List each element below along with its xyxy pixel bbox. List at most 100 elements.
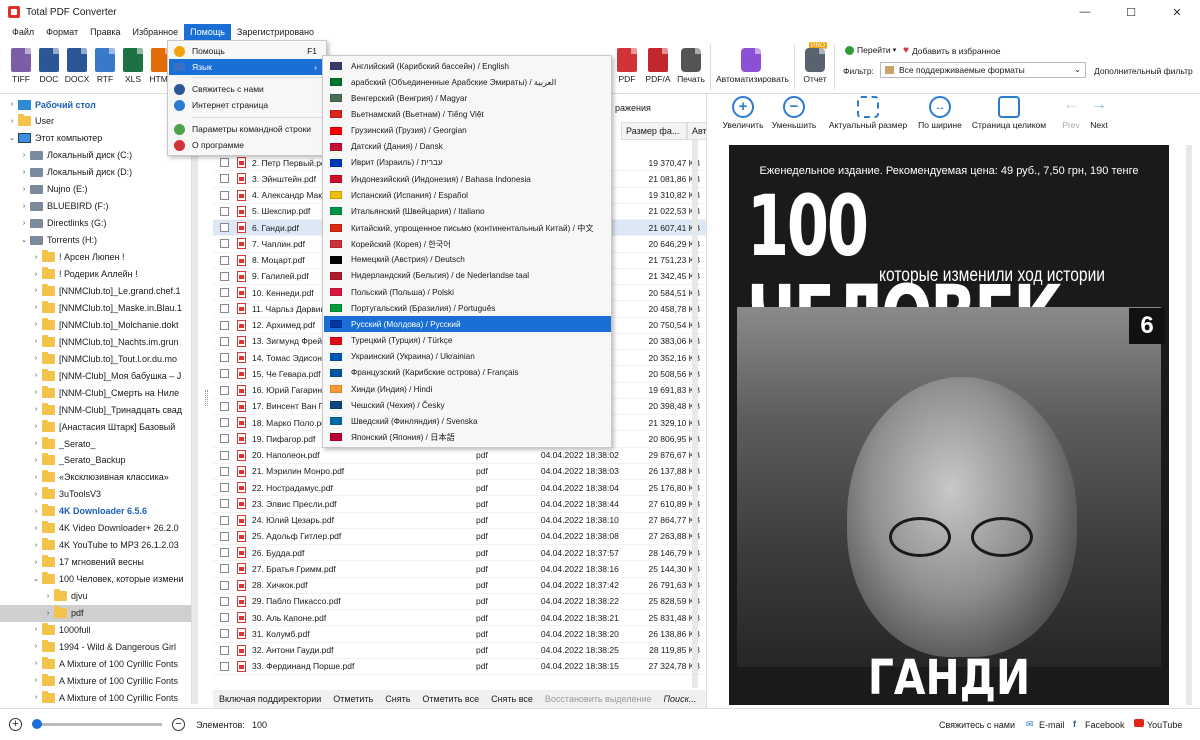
row-checkbox[interactable] bbox=[220, 499, 229, 509]
chevron-right-icon[interactable]: › bbox=[32, 559, 40, 566]
chevron-right-icon[interactable]: › bbox=[32, 372, 40, 379]
chevron-right-icon[interactable]: › bbox=[32, 406, 40, 413]
row-checkbox[interactable] bbox=[220, 401, 229, 411]
chevron-right-icon[interactable]: › bbox=[20, 186, 28, 193]
convert-pdf-a-button[interactable]: PDF/A bbox=[642, 48, 674, 84]
row-checkbox[interactable] bbox=[220, 255, 229, 265]
tree-item[interactable]: › Локальный диск (C:) bbox=[0, 147, 191, 164]
language-menu-item[interactable]: Датский (Дания) / Dansk bbox=[324, 139, 611, 155]
chevron-right-icon[interactable]: › bbox=[32, 389, 40, 396]
row-checkbox[interactable] bbox=[220, 483, 229, 493]
convert-tiff-button[interactable]: TIFF bbox=[8, 48, 34, 84]
chevron-right-icon[interactable]: › bbox=[44, 593, 52, 600]
row-checkbox[interactable] bbox=[220, 288, 229, 298]
table-row[interactable]: 22. Нострадамус.pdf pdf 04.04.2022 18:38:0… bbox=[213, 480, 706, 497]
uncheck-all-button[interactable]: Снять все bbox=[485, 694, 539, 704]
zoom-out-status-icon[interactable]: − bbox=[172, 718, 185, 731]
facebook-link[interactable]: Facebook bbox=[1085, 720, 1125, 730]
advanced-filter-link[interactable]: Дополнительный фильтр bbox=[1094, 66, 1193, 76]
check-all-button[interactable]: Отметить все bbox=[416, 694, 485, 704]
add-favorite-button[interactable]: ♥ Добавить в избранное bbox=[903, 45, 1000, 56]
automate-button[interactable]: Автоматизировать bbox=[716, 48, 789, 84]
table-row[interactable]: 24. Юлий Цезарь.pdf pdf 04.04.2022 18:38:1… bbox=[213, 513, 706, 529]
table-row[interactable]: 31. Колумб.pdf pdf 04.04.2022 18:38:20 26 1… bbox=[213, 626, 706, 643]
youtube-link[interactable]: YouTube bbox=[1147, 720, 1182, 730]
table-row[interactable]: 32. Антони Гауди.pdf pdf 04.04.2022 18:38:… bbox=[213, 643, 706, 659]
language-menu-item[interactable]: Английский (Карибский бассейн) / English bbox=[324, 58, 611, 74]
splitter-handle[interactable] bbox=[205, 390, 208, 406]
language-menu-item[interactable]: Португальский (Бразилия) / Português bbox=[324, 300, 611, 316]
tree-item[interactable]: › [NNMClub.to]_Nachts.im.grun bbox=[0, 333, 191, 350]
filter-select[interactable]: Все поддерживаемые форматы ⌄ bbox=[880, 62, 1086, 78]
tree-item[interactable]: › 4K YouTube to MP3 26.1.2.03 bbox=[0, 537, 191, 554]
language-menu-item[interactable]: Иврит (Израиль) / עברית bbox=[324, 155, 611, 171]
tree-item[interactable]: › Локальный диск (D:) bbox=[0, 164, 191, 181]
language-menu-item[interactable]: Чешский (Чехия) / Česky bbox=[324, 397, 611, 413]
language-menu-item[interactable]: Итальянский (Швейцария) / Italiano bbox=[324, 203, 611, 219]
report-button[interactable]: PRO Отчет bbox=[801, 42, 829, 84]
language-menu-item[interactable]: арабский (Объединенные Арабские Эмираты)… bbox=[324, 74, 611, 90]
row-checkbox[interactable] bbox=[220, 661, 229, 671]
table-row[interactable]: 27. Братья Гримм.pdf pdf 04.04.2022 18:38:… bbox=[213, 561, 706, 578]
row-checkbox[interactable] bbox=[220, 434, 229, 444]
convert-pdf-button[interactable]: PDF bbox=[614, 48, 640, 84]
chevron-right-icon[interactable]: › bbox=[32, 677, 40, 684]
row-checkbox[interactable] bbox=[220, 369, 229, 379]
tree-item[interactable]: › ! Арсен Люпен ! bbox=[0, 249, 191, 266]
contact-link[interactable]: Свяжитесь с нами bbox=[939, 720, 1015, 730]
goto-button[interactable]: Перейти ▾ bbox=[845, 45, 896, 55]
tree-item[interactable]: ⌄ 100 Человек, которые измени bbox=[0, 571, 191, 588]
chevron-right-icon[interactable]: › bbox=[32, 271, 40, 278]
tree-item[interactable]: › User bbox=[0, 113, 191, 130]
row-checkbox[interactable] bbox=[220, 418, 229, 428]
include-subdirs-button[interactable]: Включая поддиректории bbox=[213, 694, 327, 704]
preview-scrollbar[interactable] bbox=[1186, 145, 1192, 705]
table-row[interactable]: 26. Будда.pdf pdf 04.04.2022 18:37:57 28 14… bbox=[213, 545, 706, 562]
tree-item[interactable]: › A Mixture of 100 Cyrillic Fonts bbox=[0, 655, 191, 672]
zoom-in-status-icon[interactable]: + bbox=[9, 718, 22, 731]
row-checkbox[interactable] bbox=[220, 353, 229, 363]
chevron-right-icon[interactable]: › bbox=[32, 542, 40, 549]
tree-item[interactable]: › _Serato_Backup bbox=[0, 452, 191, 469]
zoom-slider-knob[interactable] bbox=[32, 719, 42, 729]
convert-docx-button[interactable]: DOCX bbox=[64, 48, 90, 84]
tree-item[interactable]: › A Mixture of 100 Cyrillic Fonts bbox=[0, 672, 191, 689]
tree-item[interactable]: › pdf bbox=[0, 604, 191, 622]
row-checkbox[interactable] bbox=[220, 158, 229, 168]
tree-item[interactable]: › «Эксклюзивная классика» bbox=[0, 469, 191, 486]
column-header-size[interactable]: Размер фа... bbox=[621, 122, 687, 140]
language-menu-item[interactable]: Французский (Карибские острова) / França… bbox=[324, 365, 611, 381]
chevron-right-icon[interactable]: › bbox=[32, 525, 40, 532]
tree-item[interactable]: › Nujno (E:) bbox=[0, 181, 191, 198]
chevron-right-icon[interactable]: › bbox=[32, 491, 40, 498]
tree-item[interactable]: › [NNMClub.to]_Molchanie.dokt bbox=[0, 316, 191, 333]
tree-item[interactable]: › [Анастасия Штарк] Базовый bbox=[0, 418, 191, 435]
tree-item[interactable]: › BLUEBIRD (F:) bbox=[0, 198, 191, 215]
language-menu-item[interactable]: Хинди (Индия) / Hindi bbox=[324, 381, 611, 397]
help-menu-item[interactable]: Помощь F1 bbox=[169, 43, 325, 59]
zoom-in-button[interactable]: + Увеличить bbox=[718, 96, 768, 130]
actual-size-button[interactable]: Актуальный размер bbox=[826, 96, 910, 130]
check-button[interactable]: Отметить bbox=[327, 694, 379, 704]
language-menu-item[interactable]: Венгерский (Венгрия) / Magyar bbox=[324, 90, 611, 106]
row-checkbox[interactable] bbox=[220, 385, 229, 395]
chevron-right-icon[interactable]: › bbox=[8, 101, 16, 108]
next-page-button[interactable]: → Next bbox=[1086, 96, 1112, 130]
tree-item[interactable]: ⌄ Этот компьютер bbox=[0, 130, 191, 147]
language-menu-item[interactable]: Японский (Япония) / 日本語 bbox=[324, 429, 611, 445]
row-checkbox[interactable] bbox=[220, 239, 229, 249]
table-row[interactable]: 25. Адольф Гитлер.pdf pdf 04.04.2022 18:38… bbox=[213, 529, 706, 545]
table-row[interactable]: 20. Наполеон.pdf pdf 04.04.2022 18:38:02 29… bbox=[213, 448, 706, 464]
restore-selection-button[interactable]: Восстановить выделение bbox=[539, 694, 658, 704]
chevron-right-icon[interactable]: › bbox=[44, 610, 52, 617]
chevron-right-icon[interactable]: › bbox=[32, 508, 40, 515]
chevron-right-icon[interactable]: › bbox=[32, 287, 40, 294]
language-menu-item[interactable]: Русский (Молдова) / Русский bbox=[324, 316, 611, 333]
chevron-right-icon[interactable]: › bbox=[32, 321, 40, 328]
row-checkbox[interactable] bbox=[220, 629, 229, 639]
row-checkbox[interactable] bbox=[220, 223, 229, 233]
menu-file[interactable]: Файл bbox=[6, 24, 40, 40]
maximize-button[interactable]: ☐ bbox=[1108, 0, 1154, 24]
uncheck-button[interactable]: Снять bbox=[379, 694, 416, 704]
language-menu-item[interactable]: Украинский (Украина) / Ukrainian bbox=[324, 349, 611, 365]
